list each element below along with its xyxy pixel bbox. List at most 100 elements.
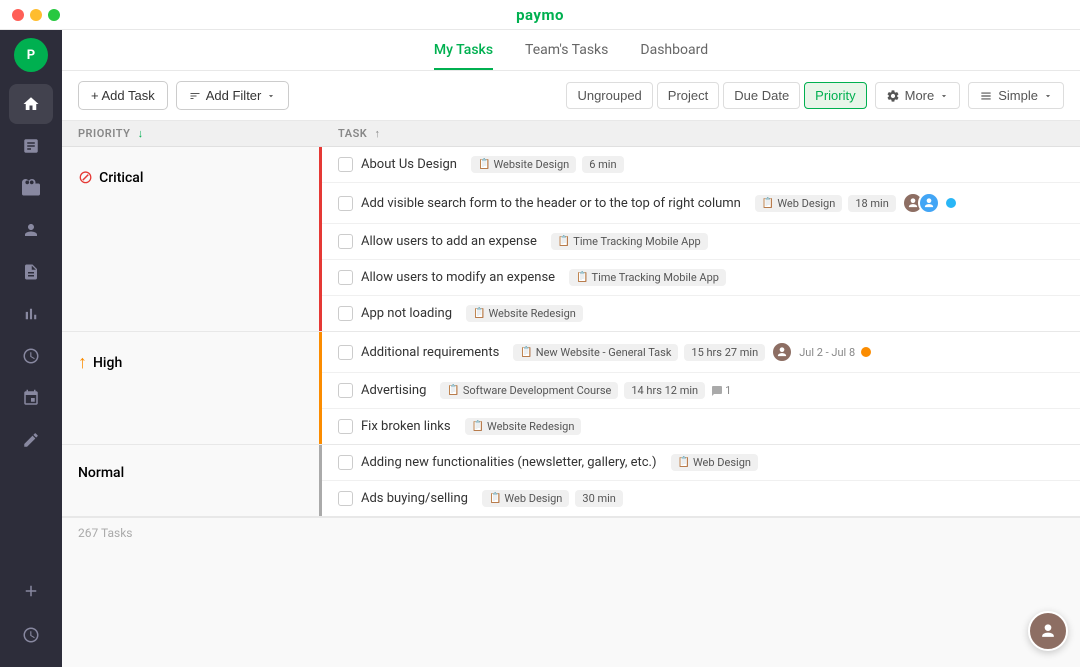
task-checkbox[interactable] — [338, 419, 353, 434]
high-icon: ↑ — [78, 352, 87, 373]
task-tag: 📋 Software Development Course — [440, 382, 618, 399]
table-row: About Us Design 📋 Website Design 6 min — [322, 147, 1080, 183]
close-icon[interactable] — [12, 9, 24, 21]
avatar — [918, 192, 940, 214]
task-tag: 📋 Website Design — [471, 156, 576, 173]
sidebar-item-notes[interactable] — [9, 420, 53, 460]
task-checkbox[interactable] — [338, 491, 353, 506]
tag-icon: 📋 — [447, 385, 459, 396]
tag-icon: 📋 — [520, 347, 532, 358]
filter-ungrouped[interactable]: Ungrouped — [566, 82, 652, 109]
tab-dashboard[interactable]: Dashboard — [640, 42, 708, 70]
help-avatar[interactable] — [1028, 611, 1068, 651]
normal-indicator: Normal — [78, 465, 124, 481]
tab-my-tasks[interactable]: My Tasks — [434, 42, 493, 70]
priority-label-normal: Normal — [62, 445, 322, 516]
nav-tabs: My Tasks Team's Tasks Dashboard — [62, 30, 1080, 71]
avatar[interactable]: P — [14, 38, 48, 72]
maximize-icon[interactable] — [48, 9, 60, 21]
tag-icon: 📋 — [489, 493, 501, 504]
task-checkbox[interactable] — [338, 345, 353, 360]
avatar — [771, 341, 793, 363]
sidebar-item-calendar[interactable] — [9, 378, 53, 418]
filter-priority[interactable]: Priority — [804, 82, 866, 109]
status-dot — [946, 198, 956, 208]
comment-badge: 1 — [711, 384, 731, 397]
task-name: Ads buying/selling — [361, 491, 468, 506]
add-task-button[interactable]: + Add Task — [78, 81, 168, 110]
task-name: Allow users to add an expense — [361, 234, 537, 249]
sidebar: P — [0, 30, 62, 667]
task-extras: 📋 Web Design 30 min — [482, 490, 623, 507]
task-name: About Us Design — [361, 157, 457, 172]
tag-icon: 📋 — [762, 198, 774, 209]
tag-icon: 📋 — [478, 159, 490, 170]
date-range: Jul 2 - Jul 8 — [799, 346, 855, 359]
simple-view-button[interactable]: Simple — [968, 82, 1064, 109]
task-extras: 📋 Web Design — [671, 454, 758, 471]
normal-tasks: Adding new functionalities (newsletter, … — [322, 445, 1080, 516]
app-logo: paymo — [516, 6, 564, 24]
task-tag: 📋 New Website - General Task — [513, 344, 678, 361]
task-extras: 📋 New Website - General Task 15 hrs 27 m… — [513, 341, 871, 363]
task-checkbox[interactable] — [338, 196, 353, 211]
time-badge: 18 min — [848, 195, 896, 212]
sidebar-item-projects[interactable] — [9, 168, 53, 208]
task-name: Fix broken links — [361, 419, 451, 434]
task-extras: 📋 Web Design 18 min — [755, 192, 956, 214]
table-row: Additional requirements 📋 New Website - … — [322, 332, 1080, 373]
task-name: Allow users to modify an expense — [361, 270, 555, 285]
filter-project[interactable]: Project — [657, 82, 719, 109]
task-checkbox[interactable] — [338, 455, 353, 470]
tag-icon: 📋 — [558, 236, 570, 247]
task-checkbox[interactable] — [338, 270, 353, 285]
time-badge: 6 min — [582, 156, 623, 173]
task-name: Advertising — [361, 383, 426, 398]
more-button[interactable]: More — [875, 82, 961, 109]
task-name: Adding new functionalities (newsletter, … — [361, 455, 657, 470]
table-row: Adding new functionalities (newsletter, … — [322, 445, 1080, 481]
table-header: PRIORITY ↓ TASK ↑ — [62, 121, 1080, 147]
time-badge: 30 min — [575, 490, 623, 507]
high-label: High — [93, 355, 122, 371]
sidebar-item-time[interactable] — [9, 336, 53, 376]
tag-icon: 📋 — [472, 421, 484, 432]
sidebar-item-add[interactable] — [9, 571, 53, 611]
task-tag: 📋 Web Design — [671, 454, 758, 471]
tab-teams-tasks[interactable]: Team's Tasks — [525, 42, 608, 70]
table-row: Add visible search form to the header or… — [322, 183, 1080, 224]
task-tag: 📋 Web Design — [482, 490, 569, 507]
sidebar-item-invoices[interactable] — [9, 252, 53, 292]
sidebar-item-reports[interactable] — [9, 126, 53, 166]
task-checkbox[interactable] — [338, 157, 353, 172]
task-checkbox[interactable] — [338, 234, 353, 249]
minimize-icon[interactable] — [30, 9, 42, 21]
sidebar-item-clients[interactable] — [9, 210, 53, 250]
table-row: Fix broken links 📋 Website Redesign — [322, 409, 1080, 444]
task-tag: 📋 Website Redesign — [466, 305, 583, 322]
task-checkbox[interactable] — [338, 306, 353, 321]
task-tag: 📋 Time Tracking Mobile App — [551, 233, 708, 250]
add-filter-button[interactable]: Add Filter — [176, 81, 290, 110]
toolbar: + Add Task Add Filter Ungrouped Project … — [62, 71, 1080, 121]
avatar-stack — [902, 192, 940, 214]
task-extras: 📋 Website Redesign — [465, 418, 582, 435]
sidebar-item-home[interactable] — [9, 84, 53, 124]
critical-indicator: ⊘ Critical — [78, 167, 143, 188]
priority-label-critical: ⊘ Critical — [62, 147, 322, 331]
top-bar: paymo — [0, 0, 1080, 30]
critical-label: Critical — [99, 170, 143, 186]
critical-tasks: About Us Design 📋 Website Design 6 min — [322, 147, 1080, 331]
task-extras: 📋 Website Redesign — [466, 305, 583, 322]
filter-due-date[interactable]: Due Date — [723, 82, 800, 109]
tag-icon: 📋 — [576, 272, 588, 283]
table-row: Advertising 📋 Software Development Cours… — [322, 373, 1080, 409]
content-area: My Tasks Team's Tasks Dashboard + Add Ta… — [62, 30, 1080, 667]
priority-group-normal: Normal Adding new functionalities (newsl… — [62, 445, 1080, 517]
tag-icon: 📋 — [473, 308, 485, 319]
task-name: Additional requirements — [361, 345, 499, 360]
sidebar-item-analytics[interactable] — [9, 294, 53, 334]
sidebar-item-timer[interactable] — [9, 615, 53, 655]
simple-label: Simple — [998, 88, 1038, 103]
task-checkbox[interactable] — [338, 383, 353, 398]
